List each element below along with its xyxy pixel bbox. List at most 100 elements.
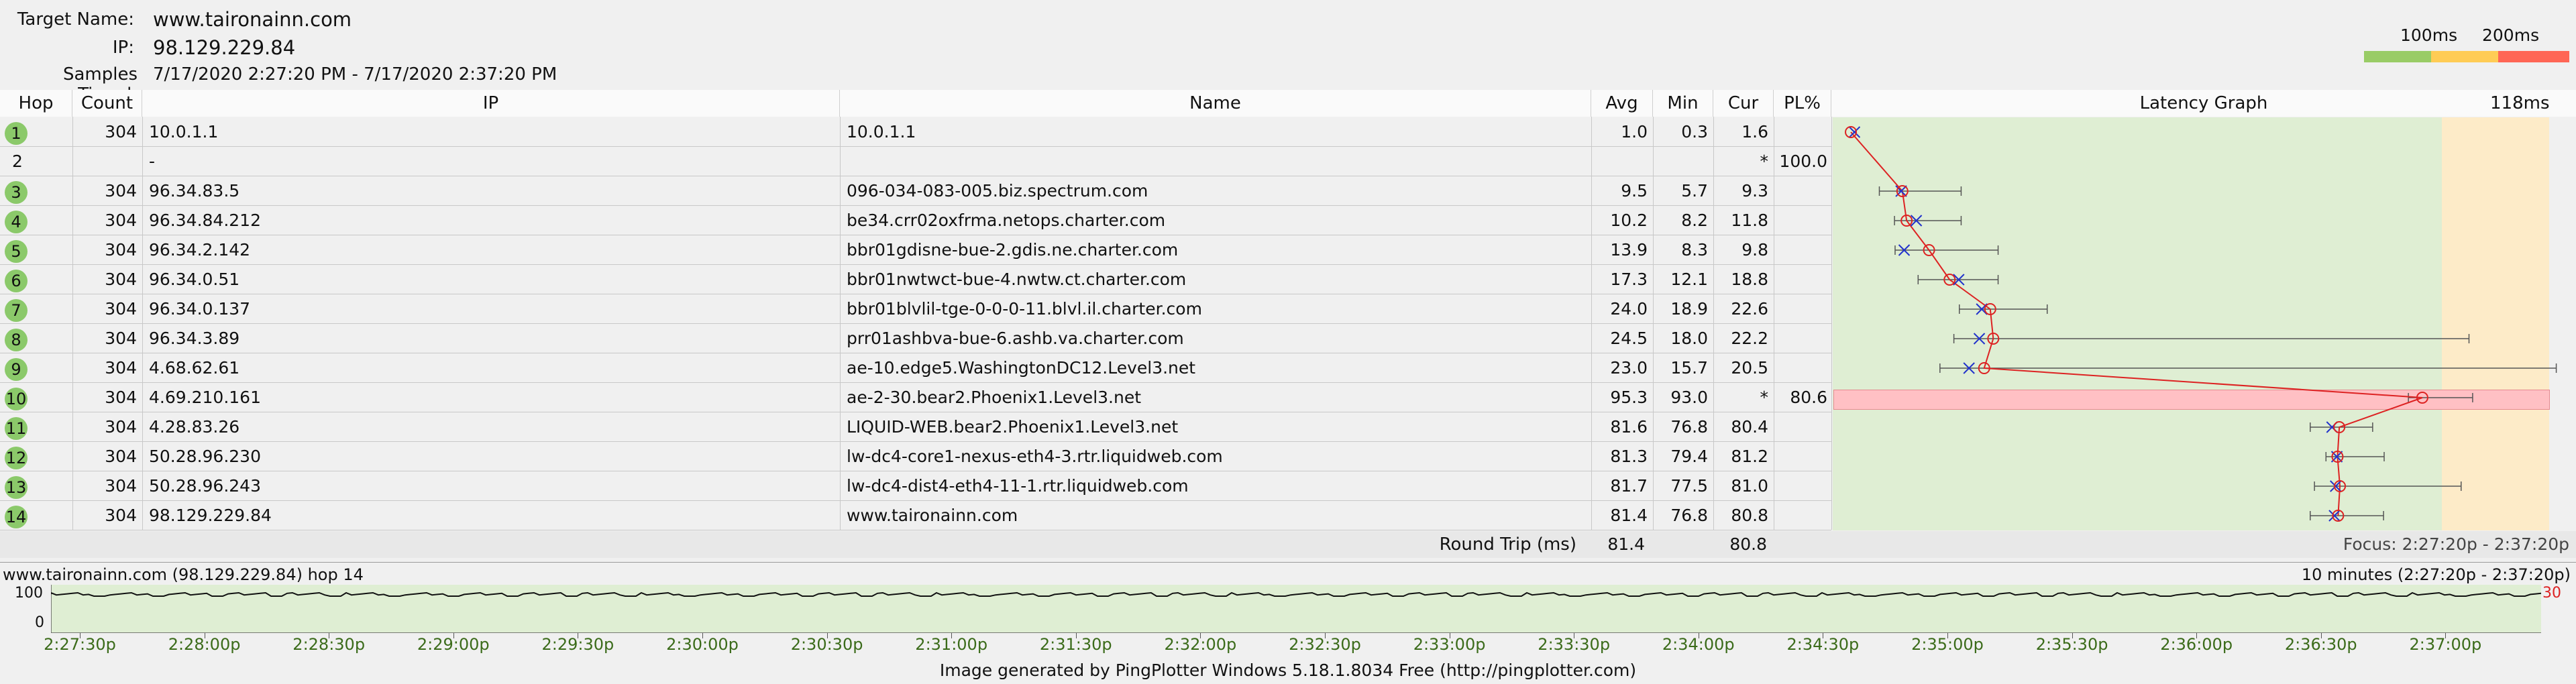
hop-ip: 4.68.62.61	[149, 358, 240, 378]
timeline-graph[interactable]	[51, 585, 2541, 633]
hop-name: LIQUID-WEB.bear2.Phoenix1.Level3.net	[847, 417, 1179, 437]
col-hop[interactable]: Hop	[0, 90, 72, 117]
timeline-range: 10 minutes (2:27:20p - 2:37:20p)	[2301, 565, 2571, 584]
hop-ip: 98.129.229.84	[149, 506, 272, 525]
hop-ip: -	[149, 152, 156, 171]
hop-count: 304	[105, 447, 137, 466]
hop-count: 304	[105, 358, 137, 378]
samples-value: 7/17/2020 2:27:20 PM - 7/17/2020 2:37:20…	[153, 64, 557, 84]
hop-packet-loss: 80.6	[1790, 388, 1827, 407]
hop-packet-loss	[1774, 206, 1827, 235]
hop-count: 304	[105, 329, 137, 348]
timeline-tick-label: 2:30:30p	[790, 635, 863, 654]
timeline-tick-label: 2:31:00p	[915, 635, 988, 654]
hop-ip: 50.28.96.243	[149, 476, 261, 496]
hop-name: lw-dc4-core1-nexus-eth4-3.rtr.liquidweb.…	[847, 447, 1223, 466]
col-avg[interactable]: Avg	[1591, 90, 1653, 117]
hop-min: 15.7	[1670, 358, 1708, 378]
col-ip[interactable]: IP	[142, 90, 840, 117]
hop-name: prr01ashbva-bue-6.ashb.va.charter.com	[847, 329, 1184, 348]
hop-packet-loss	[1774, 442, 1827, 471]
hop-ip: 96.34.0.51	[149, 270, 240, 289]
legend-200ms-label: 200ms	[2482, 25, 2540, 45]
hop-name: be34.crr02oxfrma.netops.charter.com	[847, 211, 1166, 230]
hop-avg: 13.9	[1610, 240, 1648, 260]
hop-count: 304	[105, 388, 137, 407]
target-name-value: www.taironainn.com	[153, 8, 352, 31]
latency-graph-title: Latency Graph	[2139, 93, 2268, 113]
round-trip-label: Round Trip (ms)	[1439, 534, 1576, 555]
hop-min: 93.0	[1670, 388, 1708, 407]
hop-min: 8.3	[1681, 240, 1708, 260]
hop-min: 18.0	[1670, 329, 1708, 348]
col-min[interactable]: Min	[1653, 90, 1713, 117]
timeline-title: www.taironainn.com (98.129.229.84) hop 1…	[3, 565, 364, 584]
hop-avg: 17.3	[1610, 270, 1648, 289]
hop-number: 1	[5, 122, 28, 145]
hop-ip: 10.0.1.1	[149, 122, 219, 141]
timeline-tick-label: 2:36:00p	[2160, 635, 2233, 654]
hop-number: 13	[5, 476, 28, 499]
hop-name: lw-dc4-dist4-eth4-11-1.rtr.liquidweb.com	[847, 476, 1189, 496]
hop-cur: 81.0	[1731, 476, 1768, 496]
hop-packet-loss	[1774, 471, 1827, 501]
hop-number: 10	[5, 388, 28, 410]
hop-ip: 50.28.96.230	[149, 447, 261, 466]
round-trip-cur: 80.8	[1729, 534, 1767, 554]
hop-name: ae-10.edge5.WashingtonDC12.Level3.net	[847, 358, 1196, 378]
hop-count: 304	[105, 270, 137, 289]
hop-min	[1653, 147, 1708, 176]
hop-number: 7	[5, 299, 28, 322]
hop-avg: 1.0	[1621, 122, 1648, 141]
hop-name: bbr01nwtwct-bue-4.nwtw.ct.charter.com	[847, 270, 1187, 289]
hop-avg	[1591, 147, 1648, 176]
hop-cur: 9.3	[1741, 181, 1768, 201]
hop-min: 18.9	[1670, 299, 1708, 319]
timeline-tick-label: 2:29:30p	[541, 635, 614, 654]
col-pl[interactable]: PL%	[1774, 90, 1831, 117]
hop-cur: 11.8	[1731, 211, 1768, 230]
col-count[interactable]: Count	[72, 90, 142, 117]
timeline-right-value: 30	[2542, 585, 2561, 602]
hop-avg: 10.2	[1610, 211, 1648, 230]
latency-graph-max: 118ms	[2490, 93, 2550, 113]
hop-avg: 81.3	[1610, 447, 1648, 466]
hop-name	[847, 147, 1585, 176]
timeline-tick-label: 2:28:00p	[168, 635, 241, 654]
timeline-tick-label: 2:31:30p	[1039, 635, 1112, 654]
hop-number: 14	[5, 506, 28, 528]
hop-count	[72, 147, 137, 176]
timeline-tick-label: 2:35:00p	[1911, 635, 1984, 654]
hop-packet-loss	[1774, 235, 1827, 265]
hop-number: 9	[5, 358, 28, 381]
hop-cur: 22.2	[1731, 329, 1768, 348]
timeline-tick-label: 2:32:30p	[1289, 635, 1361, 654]
legend-bar-bad	[2498, 51, 2569, 62]
hop-number: 5	[5, 240, 28, 263]
legend-100ms-label: 100ms	[2400, 25, 2458, 45]
hop-name: bbr01blvlil-tge-0-0-0-11.blvl.il.charter…	[847, 299, 1202, 319]
col-cur[interactable]: Cur	[1713, 90, 1774, 117]
hop-cur: 9.8	[1741, 240, 1768, 260]
hop-cur: *	[1760, 152, 1769, 171]
hop-avg: 9.5	[1621, 181, 1648, 201]
hop-min: 12.1	[1670, 270, 1708, 289]
hop-count: 304	[105, 476, 137, 496]
timeline-tick-label: 2:33:00p	[1413, 635, 1486, 654]
timeline-tick-label: 2:32:00p	[1164, 635, 1237, 654]
col-name[interactable]: Name	[840, 90, 1591, 117]
hop-ip: 4.69.210.161	[149, 388, 261, 407]
col-latency-graph[interactable]: Latency Graph	[1831, 90, 2576, 117]
hop-number: 4	[5, 211, 28, 233]
hop-min: 77.5	[1670, 476, 1708, 496]
hop-min: 8.2	[1681, 211, 1708, 230]
hop-min: 5.7	[1681, 181, 1708, 201]
timeline-tick-label: 2:27:30p	[44, 635, 116, 654]
hop-packet-loss	[1774, 501, 1827, 530]
hop-avg: 23.0	[1610, 358, 1648, 378]
hop-count: 304	[105, 506, 137, 525]
hop-name: 096-034-083-005.biz.spectrum.com	[847, 181, 1148, 201]
timeline-tick-label: 2:36:30p	[2284, 635, 2357, 654]
hop-min: 76.8	[1670, 417, 1708, 437]
focus-range: Focus: 2:27:20p - 2:37:20p	[2343, 534, 2569, 554]
